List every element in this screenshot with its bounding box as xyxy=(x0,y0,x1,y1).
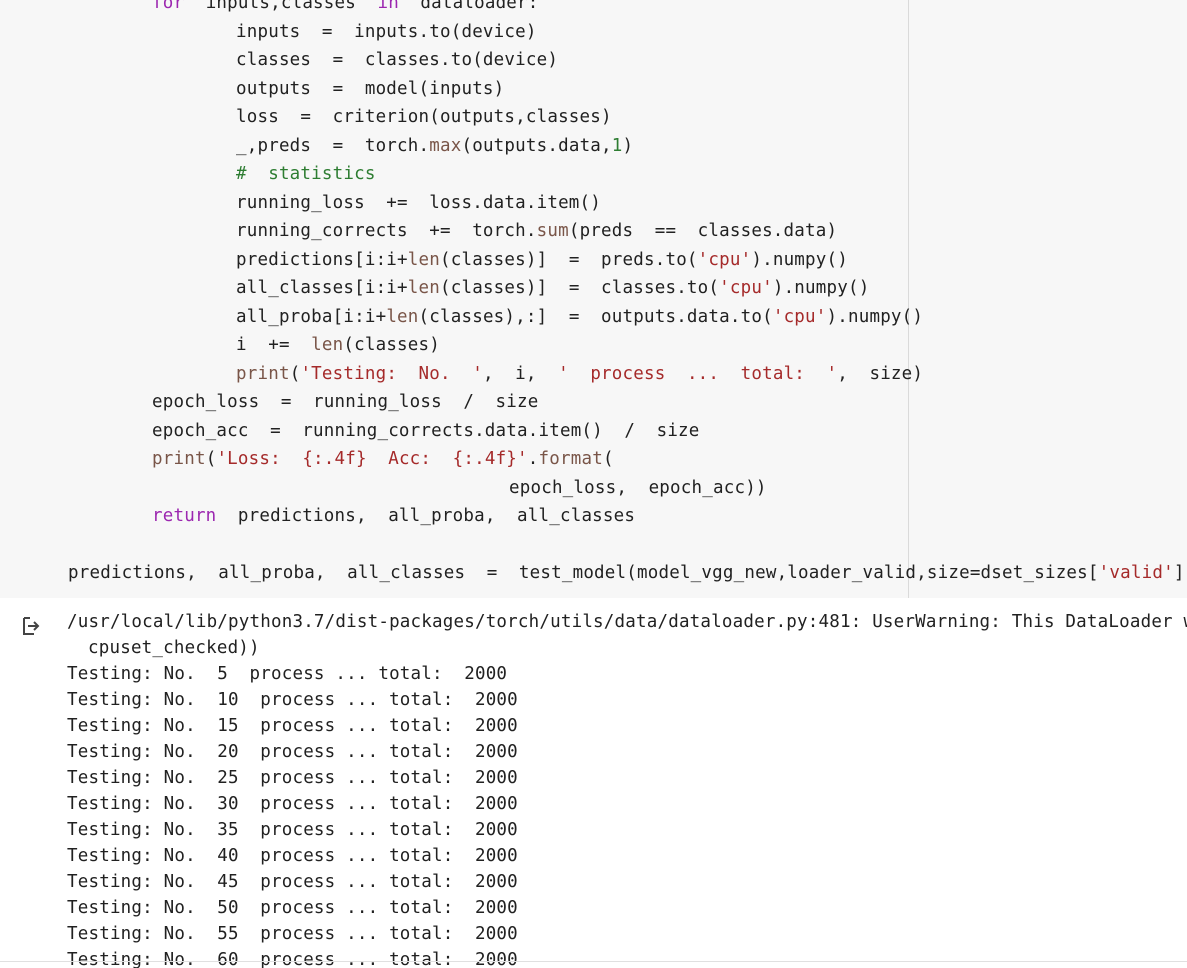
stdout-line: Testing: No. 20 process ... total: 2000 xyxy=(67,742,518,762)
stdout-line: Testing: No. 40 process ... total: 2000 xyxy=(67,846,518,866)
code-token: 'cpu' xyxy=(772,306,827,327)
code-line[interactable]: loss = criterion(outputs,classes) xyxy=(236,106,612,128)
code-line[interactable]: _,preds = torch.max(outputs.data,1) xyxy=(236,135,633,157)
code-token: loss = criterion(outputs,classes) xyxy=(236,107,612,127)
code-token: . xyxy=(527,449,539,469)
code-token: 'Loss: {:.4f} Acc: {:.4f}' xyxy=(216,449,528,469)
stdout-line: Testing: No. 45 process ... total: 2000 xyxy=(67,872,518,892)
stdout-line: Testing: No. 5 process ... total: 2000 xyxy=(67,664,508,684)
stdout-line: Testing: No. 55 process ... total: 2000 xyxy=(67,924,518,944)
code-token: dataloader: xyxy=(398,0,539,13)
code-token: ( xyxy=(205,449,217,469)
code-line[interactable]: epoch_loss = running_loss / size xyxy=(152,391,539,413)
code-token: running_corrects += torch. xyxy=(236,221,537,241)
code-line[interactable]: inputs = inputs.to(device) xyxy=(236,21,537,43)
code-token: inputs,classes xyxy=(184,0,378,13)
code-line[interactable]: predictions, all_proba, all_classes = te… xyxy=(68,562,1187,584)
stdout-line: Testing: No. 10 process ... total: 2000 xyxy=(67,690,518,710)
code-line[interactable]: running_loss += loss.data.item() xyxy=(236,192,601,214)
code-token: len xyxy=(407,249,440,270)
code-token: ' process ... total: ' xyxy=(558,363,838,384)
code-token: (classes)] = preds.to( xyxy=(440,249,698,270)
code-token: , i, xyxy=(482,363,559,384)
code-token: _,preds = torch. xyxy=(236,135,430,156)
cell-output: /usr/local/lib/python3.7/dist-packages/t… xyxy=(0,598,1187,968)
code-token: ]) xyxy=(1173,563,1187,583)
code-token: ).numpy() xyxy=(772,278,870,298)
code-token: predictions, all_proba, all_classes = te… xyxy=(68,563,1099,583)
code-token: 'valid' xyxy=(1098,563,1174,583)
code-token: predictions[i:i+ xyxy=(236,249,408,270)
code-token: 'cpu' xyxy=(697,249,752,270)
code-token: len xyxy=(386,306,419,327)
code-line[interactable]: epoch_acc = running_corrects.data.item()… xyxy=(152,420,700,442)
code-token: print xyxy=(152,449,206,469)
code-token: classes = classes.to(device) xyxy=(236,50,559,70)
code-line[interactable]: return predictions, all_proba, all_class… xyxy=(152,505,635,527)
code-line[interactable]: predictions[i:i+len(classes)] = preds.to… xyxy=(236,249,848,271)
code-token: max xyxy=(429,135,462,156)
stdout-line: Testing: No. 35 process ... total: 2000 xyxy=(67,820,518,840)
stdout-line: Testing: No. 15 process ... total: 2000 xyxy=(67,716,518,736)
warning-continuation: cpuset_checked)) xyxy=(88,638,260,658)
code-token: epoch_acc = running_corrects.data.item()… xyxy=(152,420,700,441)
code-line[interactable]: i += len(classes) xyxy=(236,334,440,356)
code-token: len xyxy=(311,335,344,355)
code-token: in xyxy=(377,0,399,13)
code-line[interactable]: running_corrects += torch.sum(preds == c… xyxy=(236,220,837,242)
code-token: 1 xyxy=(611,135,623,156)
stdout-line: Testing: No. 50 process ... total: 2000 xyxy=(67,898,518,918)
code-token: running_loss += loss.data.item() xyxy=(236,192,602,213)
code-token: i += xyxy=(236,335,312,355)
code-token: len xyxy=(407,278,440,298)
code-line[interactable]: all_proba[i:i+len(classes),:] = outputs.… xyxy=(236,306,923,328)
code-token: outputs = model(inputs) xyxy=(236,78,505,99)
code-line[interactable]: all_classes[i:i+len(classes)] = classes.… xyxy=(236,277,869,299)
code-token: ( xyxy=(602,449,614,469)
line-length-ruler xyxy=(908,0,909,598)
code-line[interactable]: # statistics xyxy=(236,163,376,185)
stdout-line: Testing: No. 25 process ... total: 2000 xyxy=(67,768,518,788)
code-token: 'cpu' xyxy=(719,278,773,298)
code-token: (classes)] = classes.to( xyxy=(440,278,720,298)
stdout-line: Testing: No. 30 process ... total: 2000 xyxy=(67,794,518,814)
code-token: ( xyxy=(289,363,301,384)
code-token: format xyxy=(538,449,603,469)
code-token: (preds == classes.data) xyxy=(568,221,838,241)
warning-line: /usr/local/lib/python3.7/dist-packages/t… xyxy=(67,612,1187,632)
code-token: , size) xyxy=(837,363,924,384)
code-line[interactable]: outputs = model(inputs) xyxy=(236,78,504,100)
stdout-line: Testing: No. 60 process ... total: 2000 xyxy=(67,950,518,968)
code-token: ) xyxy=(622,135,634,156)
code-token: return xyxy=(152,506,217,526)
code-token: (classes),:] = outputs.data.to( xyxy=(418,306,773,327)
code-line[interactable]: classes = classes.to(device) xyxy=(236,49,558,71)
code-token: ).numpy() xyxy=(751,249,848,270)
code-token: all_classes[i:i+ xyxy=(236,278,408,298)
code-token: ).numpy() xyxy=(826,306,924,327)
cell-divider xyxy=(0,961,1187,962)
code-token: (outputs.data, xyxy=(461,135,612,156)
code-token: # statistics xyxy=(236,164,376,184)
code-line[interactable]: print('Loss: {:.4f} Acc: {:.4f}'.format( xyxy=(152,448,614,470)
code-token: inputs = inputs.to(device) xyxy=(236,21,537,42)
code-token: print xyxy=(236,363,290,384)
code-token: (classes) xyxy=(343,335,440,355)
code-token: epoch_loss, epoch_acc)) xyxy=(509,477,767,498)
code-token: 'Testing: No. ' xyxy=(300,363,483,384)
code-token: for xyxy=(152,0,185,13)
code-token: all_proba[i:i+ xyxy=(236,306,387,327)
output-redirect-icon[interactable] xyxy=(20,615,42,637)
code-cell[interactable]: for inputs,classes in dataloader: inputs … xyxy=(0,0,1187,598)
code-token: sum xyxy=(536,221,569,241)
code-token: epoch_loss = running_loss / size xyxy=(152,392,539,412)
code-line[interactable]: print('Testing: No. ', i, ' process ... … xyxy=(236,363,923,385)
code-line[interactable]: epoch_loss, epoch_acc)) xyxy=(509,477,767,499)
code-line[interactable]: for inputs,classes in dataloader: xyxy=(152,0,539,14)
code-token: predictions, all_proba, all_classes xyxy=(216,506,636,526)
